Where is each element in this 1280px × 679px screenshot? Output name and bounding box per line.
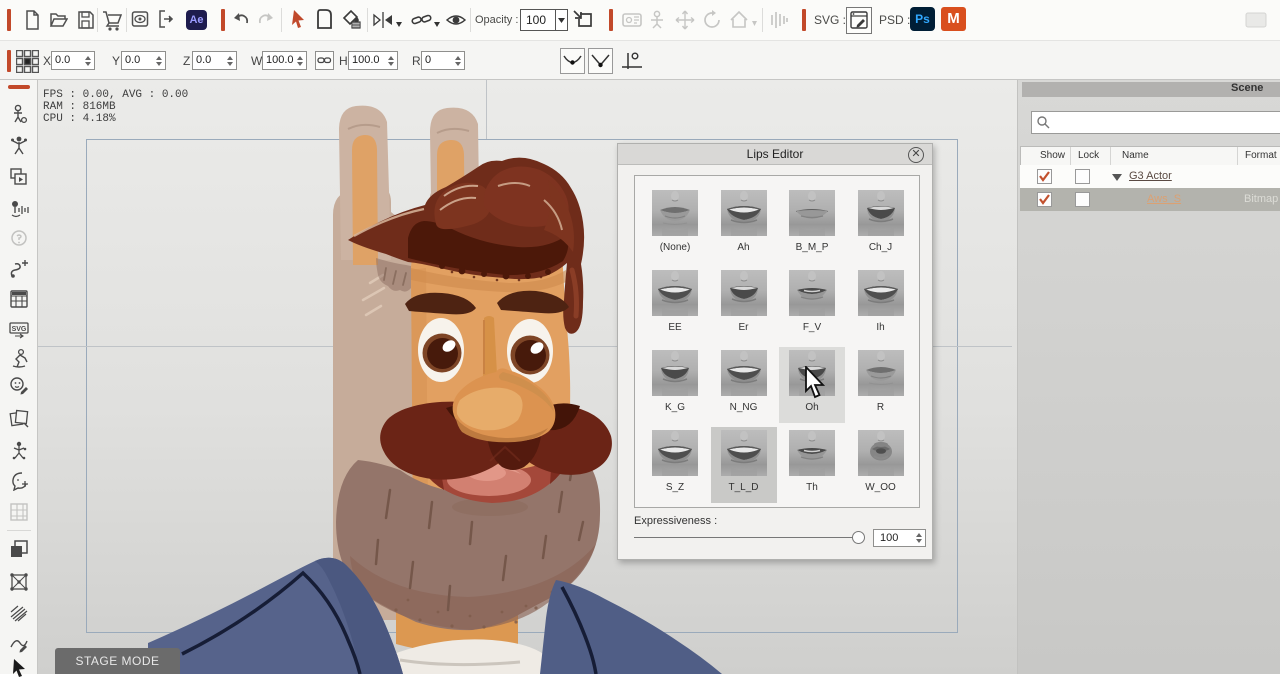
svg-text:SVG: SVG xyxy=(12,326,27,333)
